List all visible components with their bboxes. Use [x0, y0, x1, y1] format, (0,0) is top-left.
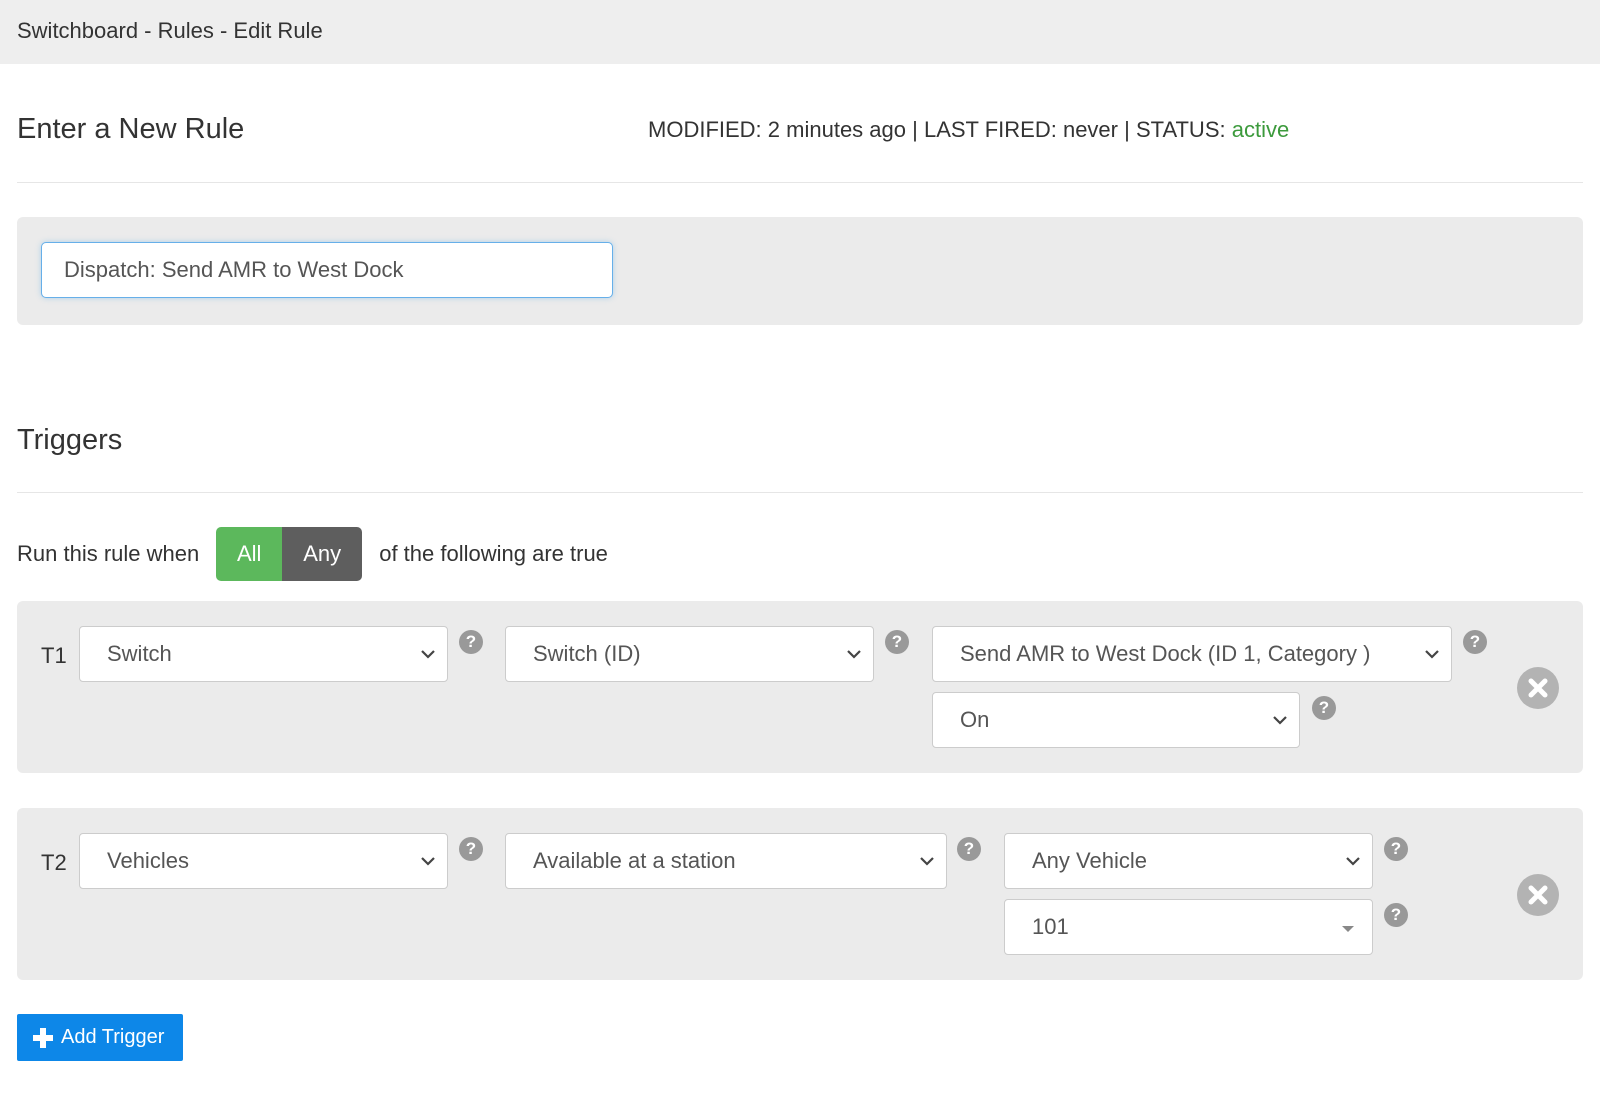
trigger-type-value: Switch — [107, 641, 172, 666]
run-prefix: Run this rule when — [17, 541, 200, 566]
close-icon — [1528, 678, 1548, 698]
trigger-type-select[interactable]: Switch — [79, 626, 448, 682]
trigger-value-value: On — [960, 707, 990, 732]
last-fired-label: LAST FIRED: — [923, 117, 1057, 142]
chevron-down-icon — [421, 857, 435, 866]
run-suffix: of the following are true — [379, 541, 608, 566]
match-any-button[interactable]: Any — [282, 527, 363, 581]
match-all-button[interactable]: All — [216, 527, 283, 581]
meta-separator-2: | — [1124, 117, 1130, 142]
trigger-target-select[interactable]: Send AMR to West Dock (ID 1, Category ) — [932, 626, 1452, 682]
trigger-target-select[interactable]: Any Vehicle — [1004, 833, 1373, 889]
trigger-value-combobox[interactable]: 101 — [1004, 899, 1373, 955]
trigger-attribute-select[interactable]: Switch (ID) — [505, 626, 874, 682]
window-title: Switchboard - Rules - Edit Rule — [17, 18, 323, 43]
chevron-down-icon — [1425, 650, 1439, 659]
status-value: active — [1231, 117, 1290, 142]
help-icon[interactable]: ? — [1384, 837, 1408, 861]
page-title: Enter a New Rule — [17, 113, 245, 145]
help-icon[interactable]: ? — [957, 837, 981, 861]
triggers-heading: Triggers — [17, 424, 123, 456]
status-label: STATUS: — [1135, 117, 1226, 142]
help-icon[interactable]: ? — [459, 630, 483, 654]
trigger-type-select[interactable]: Vehicles — [79, 833, 448, 889]
add-trigger-button[interactable]: Add Trigger — [17, 1014, 183, 1061]
chevron-down-icon — [920, 857, 934, 866]
chevron-down-icon — [421, 650, 435, 659]
meta-separator: | — [912, 117, 918, 142]
trigger-label: T1 — [41, 643, 67, 668]
remove-trigger-button[interactable] — [1517, 667, 1559, 709]
rule-meta: MODIFIED: 2 minutes ago | LAST FIRED: ne… — [648, 117, 1289, 143]
trigger-type-value: Vehicles — [107, 848, 189, 873]
trigger-row: T1 Switch ? Switch (ID) ? Send AMR to We… — [17, 601, 1583, 773]
trigger-value-value: 101 — [1032, 914, 1069, 939]
trigger-value-select[interactable]: On — [932, 692, 1300, 748]
add-trigger-label: Add Trigger — [61, 1026, 165, 1048]
caret-down-icon — [1342, 926, 1354, 932]
help-icon[interactable]: ? — [1312, 696, 1336, 720]
modified-label: MODIFIED: — [648, 117, 762, 142]
help-icon[interactable]: ? — [1384, 903, 1408, 927]
trigger-attribute-value: Switch (ID) — [533, 641, 641, 666]
match-mode-toggle: All Any — [216, 527, 363, 581]
chevron-down-icon — [847, 650, 861, 659]
remove-trigger-button[interactable] — [1517, 874, 1559, 916]
chevron-down-icon — [1273, 716, 1287, 725]
modified-value: 2 minutes ago — [767, 117, 906, 142]
match-mode-line: Run this rule when All Any of the follow… — [17, 527, 608, 581]
divider — [17, 492, 1583, 493]
chevron-down-icon — [1346, 857, 1360, 866]
trigger-target-value: Send AMR to West Dock (ID 1, Category ) — [960, 641, 1371, 666]
plus-icon — [33, 1027, 53, 1048]
trigger-target-value: Any Vehicle — [1032, 848, 1147, 873]
title-bar: Switchboard - Rules - Edit Rule — [0, 0, 1600, 64]
help-icon[interactable]: ? — [885, 630, 909, 654]
help-icon[interactable]: ? — [459, 837, 483, 861]
last-fired-value: never — [1062, 117, 1118, 142]
rule-name-input[interactable] — [41, 242, 613, 298]
rule-name-panel — [17, 217, 1583, 325]
trigger-label: T2 — [41, 850, 67, 875]
trigger-attribute-select[interactable]: Available at a station — [505, 833, 947, 889]
help-icon[interactable]: ? — [1463, 630, 1487, 654]
close-icon — [1528, 885, 1548, 905]
divider — [17, 182, 1583, 183]
trigger-attribute-value: Available at a station — [533, 848, 736, 873]
trigger-row: T2 Vehicles ? Available at a station ? A… — [17, 808, 1583, 980]
